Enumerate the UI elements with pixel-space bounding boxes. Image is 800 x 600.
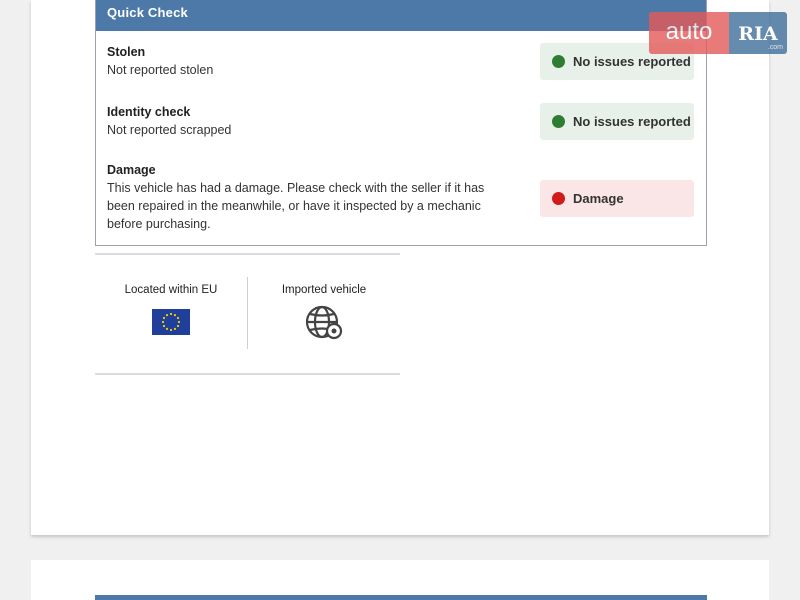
logo-suffix-text: .com (767, 44, 783, 51)
check-description: Not reported scrapped (107, 123, 232, 137)
page: Quick Check Stolen Not reported stolen N… (0, 0, 800, 600)
status-text: No issues reported (573, 114, 691, 129)
check-title: Damage (107, 163, 156, 177)
next-card (31, 560, 769, 600)
logo-auto-text: auto (649, 12, 729, 54)
status-badge-identity: No issues reported (540, 103, 694, 140)
status-ok-icon (552, 115, 565, 128)
next-section-header (95, 595, 707, 600)
eu-flag-icon (152, 309, 190, 335)
status-alert-icon (552, 192, 565, 205)
status-ok-icon (552, 55, 565, 68)
feature-label: Located within EU (124, 284, 218, 296)
check-description: This vehicle has had a damage. Please ch… (107, 181, 485, 231)
quick-check-title: Quick Check (96, 0, 706, 31)
autoria-logo: auto RIA .com (649, 12, 789, 54)
feature-imported: Imported vehicle (248, 255, 400, 373)
globe-location-icon (305, 305, 343, 340)
report-card: Quick Check Stolen Not reported stolen N… (31, 0, 769, 535)
quick-check-panel: Quick Check Stolen Not reported stolen N… (95, 0, 707, 246)
logo-ria-block: RIA .com (729, 12, 787, 54)
status-text: Damage (573, 191, 624, 206)
feature-label: Imported vehicle (281, 284, 367, 296)
vehicle-features: Located within EU Imported vehicle (95, 253, 400, 375)
logo-ria-text: RIA (738, 23, 778, 45)
status-badge-damage: Damage (540, 180, 694, 217)
check-description: Not reported stolen (107, 63, 214, 77)
feature-eu: Located within EU (95, 255, 247, 373)
status-text: No issues reported (573, 54, 691, 69)
